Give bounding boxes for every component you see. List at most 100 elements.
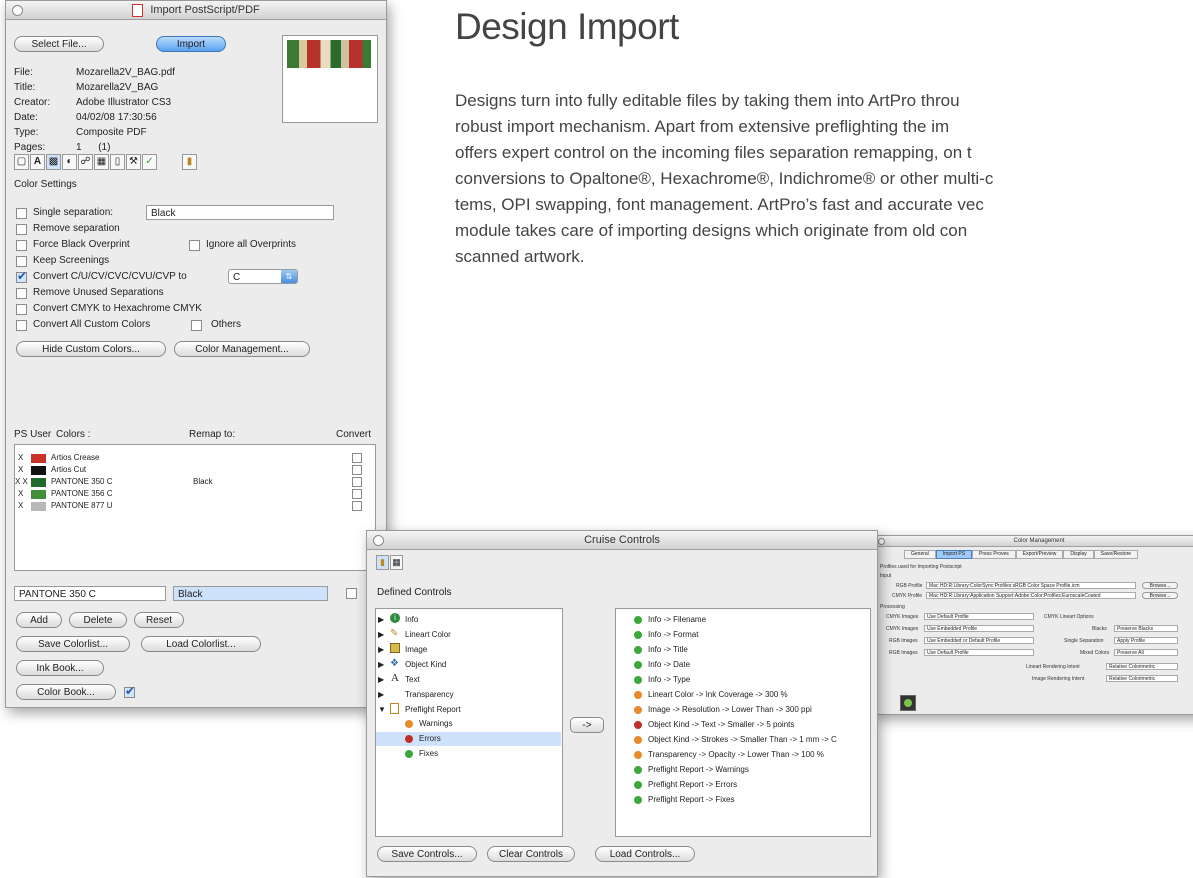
text-tool-icon[interactable]: A — [30, 154, 45, 170]
convert-checkbox[interactable] — [352, 489, 362, 499]
convert-checkbox[interactable] — [352, 501, 362, 511]
import-button[interactable]: Import — [156, 36, 226, 52]
selected-remap-field[interactable]: Black — [173, 586, 328, 601]
wrench-tool-icon[interactable]: ⚒ — [126, 154, 141, 170]
applied-rules-list[interactable]: Info -> Filename Info -> Format Info -> … — [615, 608, 871, 837]
convert-c-select[interactable]: C ⇅ — [228, 269, 298, 284]
cm-tab[interactable]: Import PS — [935, 550, 973, 559]
delete-button[interactable]: Delete — [69, 612, 127, 628]
convert-checkbox[interactable] — [352, 453, 362, 463]
force-black-overprint-checkbox[interactable] — [16, 240, 27, 251]
rule-row[interactable]: Image -> Resolution -> Lower Than -> 300… — [634, 705, 812, 714]
tree-item-image[interactable]: Image — [405, 645, 427, 654]
layers-tool-icon[interactable]: ▯ — [110, 154, 125, 170]
tree-item-lineart[interactable]: Lineart Color — [405, 630, 451, 639]
ink-book-button[interactable]: Ink Book... — [16, 660, 104, 676]
rule-row[interactable]: Preflight Report -> Fixes — [634, 795, 734, 804]
rule-row[interactable]: Object Kind -> Strokes -> Smaller Than -… — [634, 735, 837, 744]
rule-row[interactable]: Object Kind -> Text -> Smaller -> 5 poin… — [634, 720, 794, 729]
color-row-name[interactable]: PANTONE 877 U — [51, 501, 113, 510]
rule-row[interactable]: Preflight Report -> Warnings — [634, 765, 749, 774]
cm-close-icon[interactable] — [878, 538, 885, 545]
cm-tab[interactable]: Export/Preview — [1015, 550, 1064, 559]
cm-lineart-select[interactable]: Preserve Blacks — [1114, 625, 1178, 632]
convert-checkbox[interactable] — [352, 477, 362, 487]
cm-image-intent-select[interactable]: Relative Colorimetric — [1106, 675, 1178, 682]
select-file-button[interactable]: Select File... — [14, 36, 104, 52]
color-row-name[interactable]: Artios Crease — [51, 453, 99, 462]
single-separation-checkbox[interactable] — [16, 208, 27, 219]
rule-row[interactable]: Info -> Title — [634, 645, 688, 654]
rule-row[interactable]: Transparency -> Opacity -> Lower Than ->… — [634, 750, 824, 759]
contrast-tool-icon[interactable]: ◐ — [62, 154, 77, 170]
hide-custom-colors-button[interactable]: Hide Custom Colors... — [16, 341, 166, 357]
load-controls-button[interactable]: Load Controls... — [595, 846, 695, 862]
cm-processing-select[interactable]: Use Default Profile — [924, 649, 1034, 656]
convert-all-custom-checkbox[interactable] — [16, 320, 27, 331]
color-book-button[interactable]: Color Book... — [16, 684, 116, 700]
tree-arrow[interactable]: ▶ — [378, 690, 384, 699]
color-management-button[interactable]: Color Management... — [174, 341, 310, 357]
rule-row[interactable]: Info -> Date — [634, 660, 690, 669]
rule-row[interactable]: Preflight Report -> Errors — [634, 780, 737, 789]
reset-button[interactable]: Reset — [134, 612, 184, 628]
color-list[interactable]: X Artios Crease X Artios Cut X X PANTONE… — [14, 444, 376, 571]
cruise-close-icon[interactable] — [373, 535, 384, 546]
cm-cmyk-profile-field[interactable]: Mac HD:R:Library:Application Support:Ado… — [926, 592, 1136, 599]
cm-lineart-select[interactable]: Preserve All — [1114, 649, 1178, 656]
save-controls-button[interactable]: Save Controls... — [377, 846, 477, 862]
keep-screenings-checkbox[interactable] — [16, 256, 27, 267]
tree-arrow[interactable]: ▶ — [378, 660, 384, 669]
tree-item-errors[interactable]: Errors — [419, 734, 441, 743]
ignore-all-overprints-checkbox[interactable] — [189, 240, 200, 251]
rule-row[interactable]: Info -> Type — [634, 675, 690, 684]
cruise-mode-icon[interactable]: ▮ — [376, 555, 389, 570]
check-tool-icon[interactable]: ✓ — [142, 154, 157, 170]
cm-tab[interactable]: Press Proves — [972, 550, 1016, 559]
cm-cmyk-browse-button[interactable]: Browse... — [1142, 592, 1178, 599]
cm-tab[interactable]: Display — [1063, 550, 1094, 559]
cm-rgb-profile-field[interactable]: Mac HD:R:Library:ColorSync:Profiles:sRGB… — [926, 582, 1136, 589]
add-control-button[interactable]: -> — [570, 717, 604, 733]
tree-item-info[interactable]: Info — [405, 615, 418, 624]
cruise-list-icon[interactable]: ▦ — [390, 555, 403, 570]
convert-c-checkbox[interactable] — [16, 269, 27, 283]
tree-item-transparency[interactable]: Transparency — [405, 690, 454, 699]
controls-tree[interactable] — [375, 608, 563, 837]
link-tool-icon[interactable]: ☍ — [78, 154, 93, 170]
add-button[interactable]: Add — [16, 612, 62, 628]
rule-row[interactable]: Lineart Color -> Ink Coverage -> 300 % — [634, 690, 788, 699]
selected-convert-checkbox[interactable] — [346, 588, 357, 599]
color-book-checkbox[interactable] — [124, 684, 135, 698]
cm-cruise-icon[interactable] — [900, 695, 916, 711]
tree-item-fixes[interactable]: Fixes — [419, 749, 438, 758]
save-colorlist-button[interactable]: Save Colorlist... — [16, 636, 130, 652]
color-row-name[interactable]: PANTONE 356 C — [51, 489, 113, 498]
remove-unused-checkbox[interactable] — [16, 288, 27, 299]
tree-arrow[interactable]: ▶ — [378, 645, 384, 654]
clear-controls-button[interactable]: Clear Controls — [487, 846, 575, 862]
tree-arrow[interactable]: ▼ — [378, 705, 386, 714]
rule-row[interactable]: Info -> Filename — [634, 615, 706, 624]
cm-tab[interactable]: General — [904, 550, 936, 559]
load-colorlist-button[interactable]: Load Colorlist... — [141, 636, 261, 652]
cm-lineart-select[interactable]: Apply Profile — [1114, 637, 1178, 644]
image-tool-icon[interactable]: ▦ — [94, 154, 109, 170]
tree-item-text[interactable]: Text — [405, 675, 420, 684]
tree-item-object-kind[interactable]: Object Kind — [405, 660, 446, 669]
color-row-name[interactable]: PANTONE 350 C — [51, 477, 113, 486]
tree-arrow[interactable]: ▶ — [378, 630, 384, 639]
selected-color-field[interactable]: PANTONE 350 C — [14, 586, 166, 601]
color-tool-icon[interactable]: ▩ — [46, 154, 61, 170]
convert-cmyk-checkbox[interactable] — [16, 304, 27, 315]
cm-tab[interactable]: Save/Restore — [1093, 550, 1139, 559]
color-row-name[interactable]: Artios Cut — [51, 465, 86, 474]
cm-rgb-browse-button[interactable]: Browse... — [1142, 582, 1178, 589]
convert-checkbox[interactable] — [352, 465, 362, 475]
cm-processing-select[interactable]: Use Embedded Profile — [924, 625, 1034, 632]
cruise-control-icon[interactable]: ▮ — [182, 154, 197, 170]
tree-item-warnings[interactable]: Warnings — [419, 719, 453, 728]
rule-row[interactable]: Info -> Format — [634, 630, 698, 639]
tree-item-preflight-report[interactable]: Preflight Report — [405, 705, 461, 714]
others-checkbox[interactable] — [191, 320, 202, 331]
